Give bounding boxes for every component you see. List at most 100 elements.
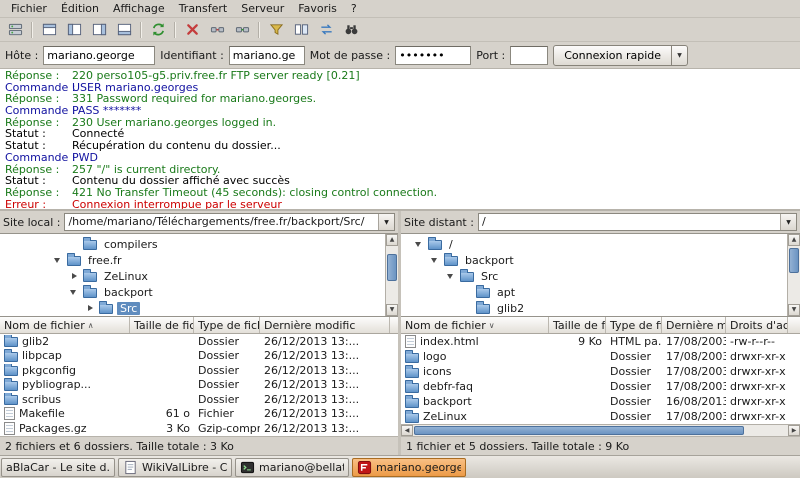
local-modified-text: 26/12/2013 13:... [264, 335, 359, 348]
toolbar-toggle-transfer-queue-button[interactable] [112, 19, 136, 40]
folder-icon [67, 256, 81, 266]
toolbar-reconnect-button[interactable] [230, 19, 254, 40]
remote-file-row-backport[interactable]: backportDossier16/08/2013drwxr-xr-x [401, 394, 800, 409]
quickconnect-dropdown-icon[interactable]: ▼ [672, 45, 688, 66]
remote-file-row-icons[interactable]: iconsDossier17/08/2003drwxr-xr-x [401, 364, 800, 379]
expander-open-icon[interactable] [431, 256, 440, 265]
local-file-row-scribus[interactable]: scribusDossier26/12/2013 13:... [0, 392, 398, 407]
chevron-down-icon[interactable]: ▼ [780, 214, 796, 230]
remote-file-row-logo[interactable]: logoDossier17/08/2003drwxr-xr-x [401, 349, 800, 364]
local-tree-item-zelinux[interactable]: ZeLinux [0, 268, 385, 284]
local-column-taille-de-fic[interactable]: Taille de fic [130, 317, 194, 333]
local-file-row-makefile[interactable]: Makefile61 oFichier26/12/2013 13:... [0, 407, 398, 422]
remote-column-taille-de-fi[interactable]: Taille de fi [549, 317, 606, 333]
remote-file-row-zelinux[interactable]: ZeLinuxDossier17/08/2003drwxr-xr-x [401, 409, 800, 424]
remote-tree-scrollbar[interactable]: ▲ ▼ [787, 234, 800, 316]
scroll-left-icon[interactable]: ◀ [401, 425, 413, 436]
remote-column-derniere-modi[interactable]: Dernière modi [662, 317, 726, 333]
folder-icon [460, 272, 474, 282]
local-column-type-de-fichier[interactable]: Type de fichier [194, 317, 260, 333]
toolbar-refresh-button[interactable] [146, 19, 170, 40]
remote-column-type-de-fich[interactable]: Type de fich [606, 317, 662, 333]
menu-favoris[interactable]: Favoris [291, 1, 344, 16]
local-tree-scroll-thumb[interactable] [387, 254, 397, 281]
remote-tree-scroll-thumb[interactable] [789, 248, 799, 274]
toolbar-find-button[interactable] [339, 19, 363, 40]
expander-closed-icon[interactable] [70, 272, 79, 281]
menu-help[interactable]: ? [344, 1, 364, 16]
scroll-right-icon[interactable]: ▶ [788, 425, 800, 436]
toolbar-disconnect-button[interactable] [205, 19, 229, 40]
local-path-combo[interactable]: /home/mariano/Téléchargements/free.fr/ba… [64, 213, 395, 231]
taskbar-item-wikivallibre-chro[interactable]: WikiValLibre - Chro... [118, 458, 232, 477]
menu-transfert[interactable]: Transfert [172, 1, 235, 16]
local-site-row: Site local : /home/mariano/Téléchargemen… [0, 211, 398, 233]
toolbar-sync-browsing-button[interactable] [314, 19, 338, 40]
menu-edition[interactable]: Édition [54, 1, 106, 16]
local-tree-item-src[interactable]: Src [0, 300, 385, 316]
remote-tree-item-apt[interactable]: apt [401, 284, 787, 300]
host-input[interactable] [43, 46, 155, 65]
host-label: Hôte : [5, 49, 38, 62]
chevron-down-icon[interactable]: ▼ [378, 214, 394, 230]
remote-perms-text: drwxr-xr-x [730, 410, 786, 423]
scroll-down-icon[interactable]: ▼ [386, 304, 398, 316]
local-tree-scrollbar[interactable]: ▲ ▼ [385, 234, 398, 316]
toolbar-toggle-message-log-button[interactable] [37, 19, 61, 40]
expander-open-icon[interactable] [54, 256, 63, 265]
local-path-value: /home/mariano/Téléchargements/free.fr/ba… [65, 214, 378, 230]
toolbar-filter-button[interactable] [264, 19, 288, 40]
local-tree-item-backport[interactable]: backport [0, 284, 385, 300]
scroll-down-icon[interactable]: ▼ [788, 304, 800, 316]
taskbar-item-mariano-bellatrix[interactable]: mariano@bellatrix... [235, 458, 349, 477]
remote-column-nom-de-fichier[interactable]: Nom de fichier∨ [401, 317, 549, 333]
remote-list-hscroll-track[interactable] [413, 425, 788, 436]
remote-tree-scroll-track[interactable] [788, 246, 800, 304]
taskbar-item-ablacar-le-site-d[interactable]: aBlaCar - Le site d... [1, 458, 115, 477]
local-column-nom-de-fichier[interactable]: Nom de fichier∧ [0, 317, 130, 333]
remote-modified-text: 17/08/2003 [666, 365, 726, 378]
local-tree-item-compilers[interactable]: compilers [0, 236, 385, 252]
taskbar-item-mariano-georges-m[interactable]: mariano.georges@m... [352, 458, 466, 477]
username-input[interactable] [229, 46, 305, 65]
toolbar-compare-button[interactable] [289, 19, 313, 40]
toolbar-toggle-remote-tree-button[interactable] [87, 19, 111, 40]
remote-tree-item-item[interactable]: / [401, 236, 787, 252]
remote-list-hscrollbar[interactable]: ◀ ▶ [401, 424, 800, 436]
remote-path-combo[interactable]: / ▼ [478, 213, 797, 231]
log-line-command: Commande :PWD [0, 152, 800, 164]
menu-serveur[interactable]: Serveur [234, 1, 291, 16]
scroll-up-icon[interactable]: ▲ [788, 234, 800, 246]
expander-open-icon[interactable] [447, 272, 456, 281]
local-file-row-pybliograp[interactable]: pybliograp...Dossier26/12/2013 13:... [0, 378, 398, 393]
local-file-row-pkgconfig[interactable]: pkgconfigDossier26/12/2013 13:... [0, 363, 398, 378]
local-name-text: libpcap [22, 349, 62, 362]
toolbar-site-manager-button[interactable] [3, 19, 27, 40]
local-file-row-glib2[interactable]: glib2Dossier26/12/2013 13:... [0, 334, 398, 349]
remote-list-hscroll-thumb[interactable] [414, 426, 744, 435]
expander-closed-icon[interactable] [86, 304, 95, 313]
local-cell-modified: 26/12/2013 13:... [260, 335, 390, 348]
expander-open-icon[interactable] [70, 288, 79, 297]
local-column-derniere-modific[interactable]: Dernière modific [260, 317, 390, 333]
remote-tree-item-src[interactable]: Src [401, 268, 787, 284]
toolbar-cancel-button[interactable] [180, 19, 204, 40]
remote-tree-item-glib2[interactable]: glib2 [401, 300, 787, 316]
expander-open-icon[interactable] [415, 240, 424, 249]
remote-file-row-index-html[interactable]: index.html9 KoHTML pa...17/08/2003-rw-r-… [401, 334, 800, 349]
local-file-list: Nom de fichier∧Taille de ficType de fich… [0, 317, 398, 436]
local-tree-scroll-track[interactable] [386, 246, 398, 304]
local-file-row-libpcap[interactable]: libpcapDossier26/12/2013 13:... [0, 349, 398, 364]
menu-affichage[interactable]: Affichage [106, 1, 172, 16]
remote-file-row-debfr-faq[interactable]: debfr-faqDossier17/08/2003drwxr-xr-x [401, 379, 800, 394]
local-tree-item-free-fr[interactable]: free.fr [0, 252, 385, 268]
menu-fichier[interactable]: Fichier [4, 1, 54, 16]
toolbar-toggle-local-tree-button[interactable] [62, 19, 86, 40]
quickconnect-button[interactable]: Connexion rapide [553, 45, 672, 66]
scroll-up-icon[interactable]: ▲ [386, 234, 398, 246]
port-input[interactable] [510, 46, 548, 65]
local-file-row-packages-gz[interactable]: Packages.gz3 KoGzip-compr...26/12/2013 1… [0, 421, 398, 436]
remote-column-droits-d-ac[interactable]: Droits d'ac [726, 317, 788, 333]
password-input[interactable] [395, 46, 471, 65]
remote-tree-item-backport[interactable]: backport [401, 252, 787, 268]
